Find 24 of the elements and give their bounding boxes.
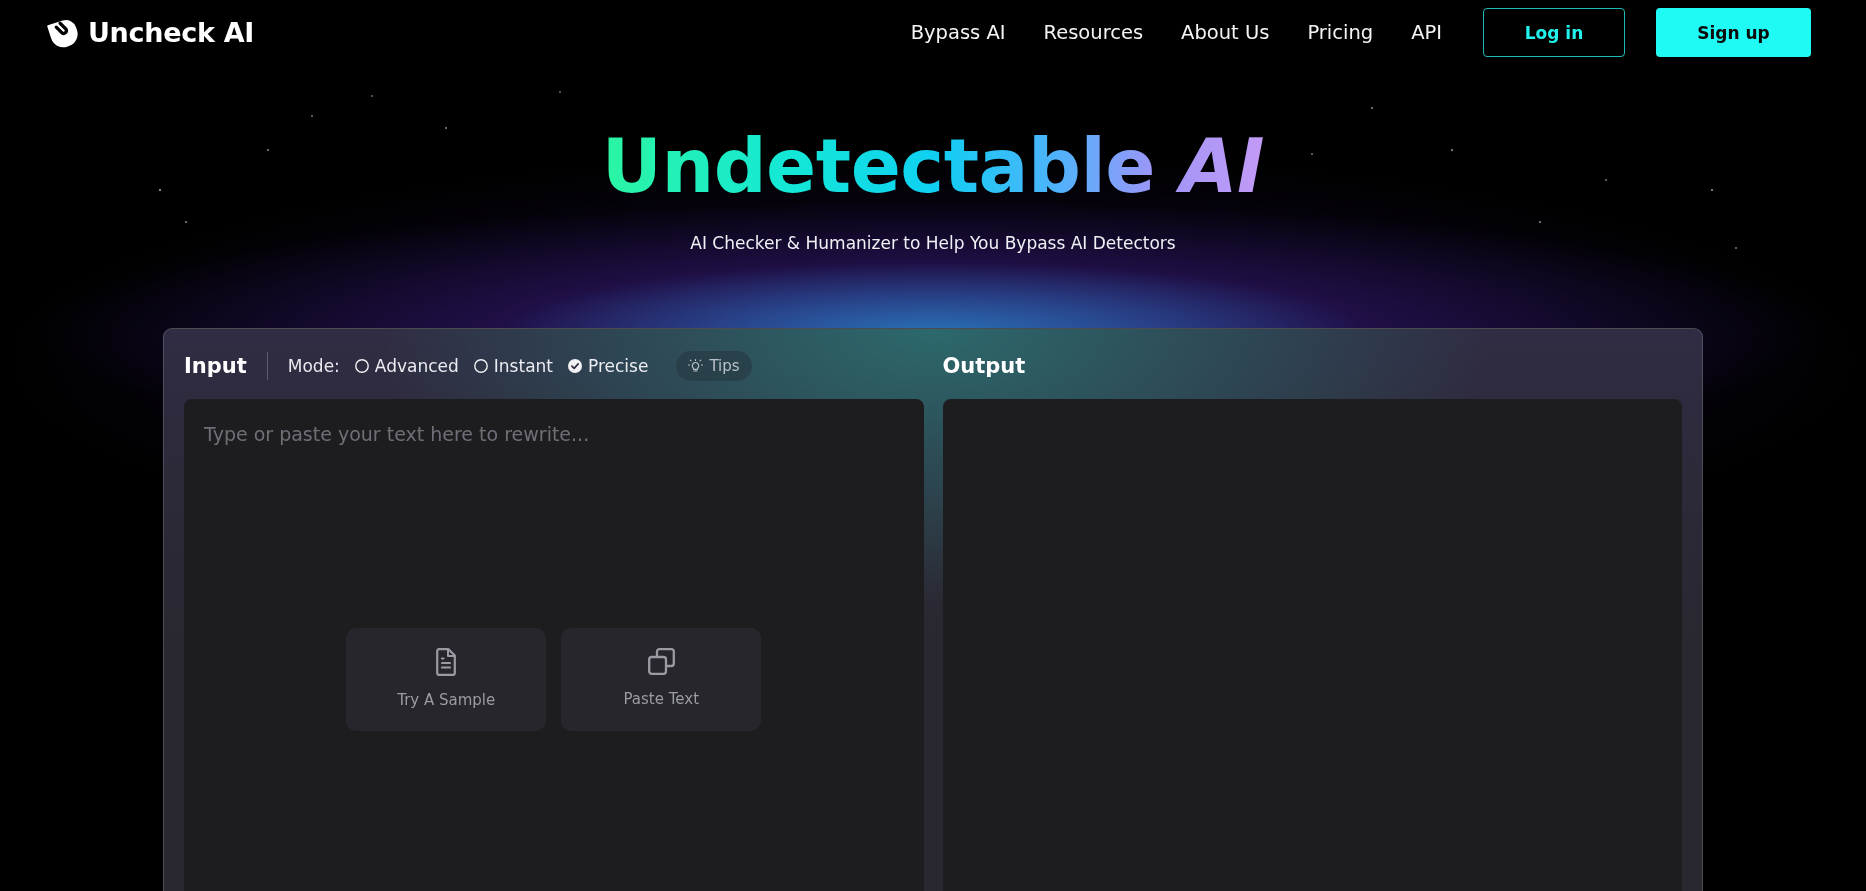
try-sample-button[interactable]: Try A Sample bbox=[346, 628, 547, 732]
log-in-button[interactable]: Log in bbox=[1483, 8, 1625, 57]
nav-link[interactable]: API bbox=[1411, 21, 1442, 44]
paste-text-button[interactable]: Paste Text bbox=[561, 628, 762, 732]
hero-subtitle: AI Checker & Humanizer to Help You Bypass AI Detectors bbox=[690, 232, 1176, 255]
nav-link[interactable]: About Us bbox=[1181, 21, 1270, 44]
lightbulb-icon bbox=[688, 359, 704, 374]
tips-button[interactable]: Tips bbox=[676, 351, 752, 382]
nav-link[interactable]: Bypass AI bbox=[910, 21, 1006, 44]
input-title: Input bbox=[184, 354, 247, 379]
logo-text[interactable]: Uncheck AI bbox=[88, 17, 254, 48]
mode-option[interactable]: Precise bbox=[568, 356, 649, 377]
output-title: Output bbox=[942, 354, 1026, 379]
nav-link[interactable]: Pricing bbox=[1307, 21, 1374, 44]
mode-option[interactable]: Advanced bbox=[354, 356, 459, 377]
mode-option[interactable]: Instant bbox=[473, 356, 553, 377]
radio-checked-icon[interactable] bbox=[568, 359, 582, 374]
radio-icon[interactable] bbox=[354, 359, 369, 374]
mode-label: Mode: bbox=[287, 356, 340, 377]
sign-up-button[interactable]: Sign up bbox=[1656, 8, 1811, 57]
radio-icon[interactable] bbox=[473, 359, 488, 374]
document-icon bbox=[436, 648, 457, 677]
nav-link[interactable]: Resources bbox=[1043, 21, 1144, 44]
copy-icon bbox=[647, 648, 675, 676]
